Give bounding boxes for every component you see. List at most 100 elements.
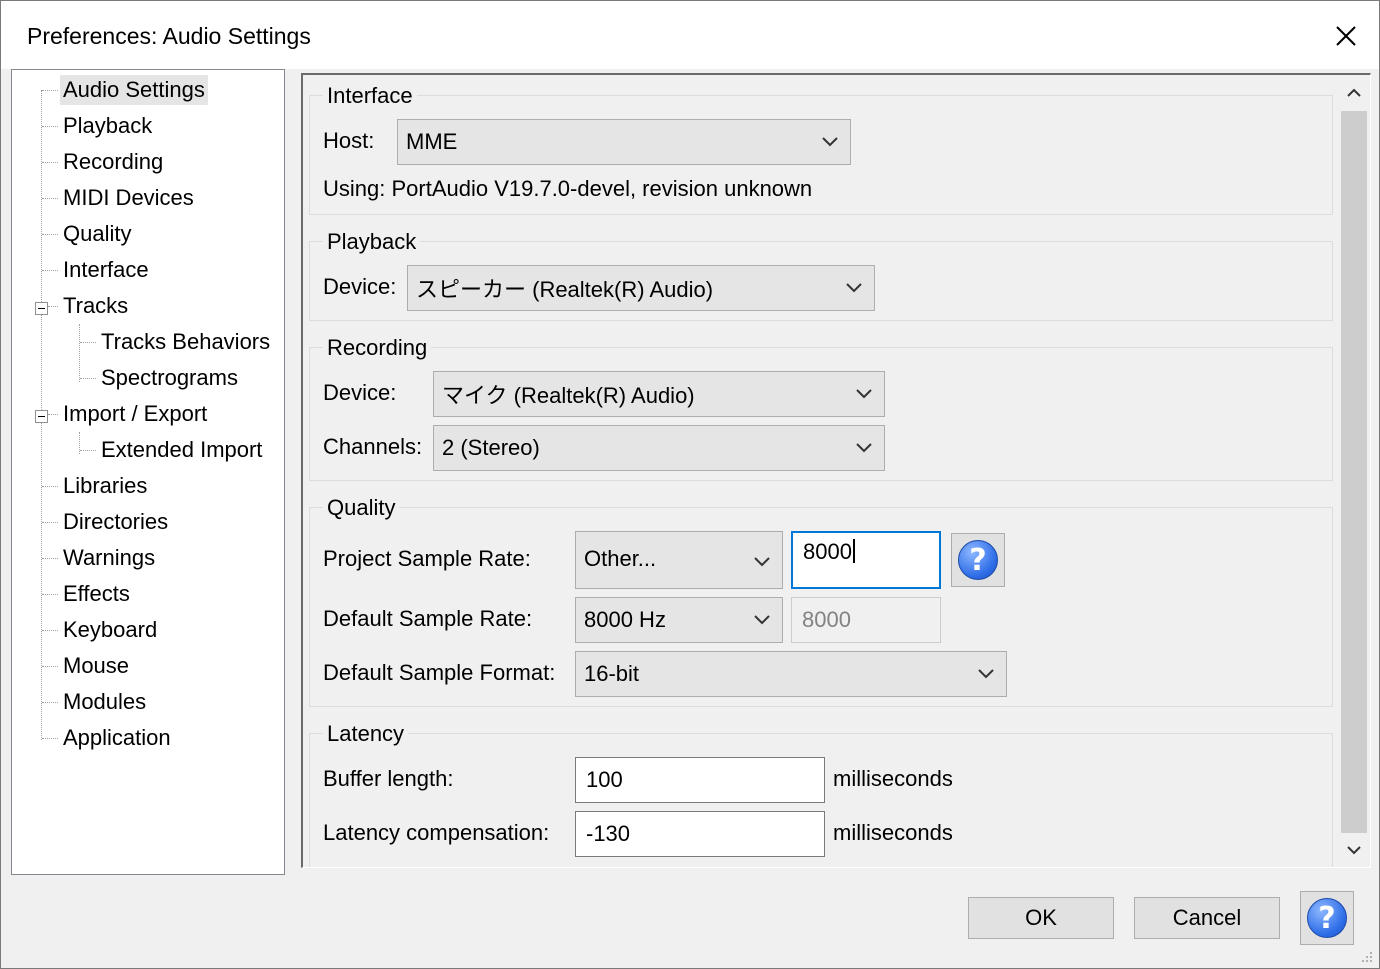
ok-button[interactable]: OK <box>968 897 1114 939</box>
recording-device-value: マイク (Realtek(R) Audio) <box>442 383 695 408</box>
chevron-down-icon <box>856 443 872 453</box>
project-rate-input[interactable]: 8000 <box>791 531 941 589</box>
quality-group-title: Quality <box>323 495 400 521</box>
tree-branch <box>42 126 58 127</box>
collapse-icon[interactable] <box>35 410 48 423</box>
tree-item-effects[interactable]: Effects <box>60 579 133 609</box>
interface-group-title: Interface <box>323 83 417 109</box>
playback-group-title: Playback <box>323 229 421 255</box>
buffer-length-unit: milliseconds <box>833 766 953 791</box>
latency-group-title: Latency <box>323 721 409 747</box>
tree-branch <box>42 90 58 91</box>
tree-item-tracks-behaviors[interactable]: Tracks Behaviors <box>98 327 273 357</box>
tree-branch <box>42 522 58 523</box>
default-rate-input-value: 8000 <box>802 607 851 632</box>
chevron-down-icon <box>978 669 994 679</box>
tree-branch <box>42 738 58 739</box>
project-rate-dropdown[interactable]: Other... <box>575 531 783 589</box>
scroll-down-button[interactable] <box>1339 833 1369 867</box>
resize-grip-icon[interactable] <box>1355 945 1375 965</box>
tree-item-import-export[interactable]: Import / Export <box>60 399 210 429</box>
host-value: MME <box>406 129 458 154</box>
tree-line <box>79 324 80 382</box>
tree-branch <box>42 198 58 199</box>
chevron-down-icon <box>754 615 770 625</box>
category-tree[interactable]: Audio Settings Playback Recording MIDI D… <box>11 69 285 875</box>
default-rate-value: 8000 Hz <box>584 607 666 632</box>
tree-branch <box>80 450 96 451</box>
close-button[interactable] <box>1319 13 1373 59</box>
tree-branch <box>48 414 58 415</box>
host-dropdown[interactable]: MME <box>397 119 851 165</box>
tree-branch <box>42 234 58 235</box>
tree-branch <box>42 270 58 271</box>
tree-branch <box>42 702 58 703</box>
tree-item-extended-import[interactable]: Extended Import <box>98 435 265 465</box>
tree-item-recording[interactable]: Recording <box>60 147 166 177</box>
tree-branch <box>42 630 58 631</box>
preferences-dialog: Preferences: Audio Settings Audio Settin… <box>0 0 1380 969</box>
latency-compensation-unit: milliseconds <box>833 820 953 845</box>
buffer-length-value: 100 <box>586 767 623 792</box>
host-label: Host: <box>323 128 375 153</box>
tree-item-mouse[interactable]: Mouse <box>60 651 132 681</box>
buffer-length-input[interactable]: 100 <box>575 757 825 803</box>
sample-format-label: Default Sample Format: <box>323 660 556 685</box>
tree-branch <box>42 486 58 487</box>
tree-item-tracks[interactable]: Tracks <box>60 291 131 321</box>
tree-item-keyboard[interactable]: Keyboard <box>60 615 160 645</box>
close-icon <box>1336 26 1356 46</box>
tree-branch <box>80 378 96 379</box>
project-rate-value: Other... <box>584 546 657 571</box>
latency-compensation-label: Latency compensation: <box>323 820 550 845</box>
window-title: Preferences: Audio Settings <box>27 23 311 49</box>
cancel-button[interactable]: Cancel <box>1134 897 1280 939</box>
tree-branch <box>80 342 96 343</box>
tree-item-playback[interactable]: Playback <box>60 111 155 141</box>
scroll-thumb[interactable] <box>1341 111 1367 833</box>
tree-item-audio-settings[interactable]: Audio Settings <box>60 75 208 105</box>
help-button[interactable]: ? <box>1300 891 1354 945</box>
tree-item-warnings[interactable]: Warnings <box>60 543 158 573</box>
latency-compensation-input[interactable]: -130 <box>575 811 825 857</box>
playback-device-dropdown[interactable]: スピーカー (Realtek(R) Audio) <box>407 265 875 311</box>
collapse-icon[interactable] <box>35 302 48 315</box>
help-icon: ? <box>958 540 998 580</box>
title-bar: Preferences: Audio Settings <box>1 1 1379 69</box>
chevron-down-icon <box>846 283 862 293</box>
channels-dropdown[interactable]: 2 (Stereo) <box>433 425 885 471</box>
project-rate-input-value: 8000 <box>803 539 852 564</box>
tree-item-modules[interactable]: Modules <box>60 687 149 717</box>
vertical-scrollbar[interactable] <box>1339 75 1369 867</box>
help-icon: ? <box>1307 898 1347 938</box>
tree-item-interface[interactable]: Interface <box>60 255 152 285</box>
recording-device-dropdown[interactable]: マイク (Realtek(R) Audio) <box>433 371 885 417</box>
project-rate-label: Project Sample Rate: <box>323 546 531 571</box>
tree-branch <box>42 666 58 667</box>
quality-help-button[interactable]: ? <box>951 533 1005 587</box>
default-rate-label: Default Sample Rate: <box>323 606 533 631</box>
tree-branch <box>42 162 58 163</box>
tree-item-libraries[interactable]: Libraries <box>60 471 150 501</box>
tree-item-spectrograms[interactable]: Spectrograms <box>98 363 241 393</box>
chevron-down-icon <box>856 389 872 399</box>
settings-panel: Interface Host: MME Using: PortAudio V19… <box>301 73 1371 868</box>
using-text: Using: PortAudio V19.7.0-devel, revision… <box>323 176 813 201</box>
channels-value: 2 (Stereo) <box>442 435 540 460</box>
latency-compensation-value: -130 <box>586 821 631 846</box>
scroll-up-button[interactable] <box>1339 75 1369 109</box>
chevron-down-icon <box>822 137 838 147</box>
buffer-length-label: Buffer length: <box>323 766 454 791</box>
recording-device-label: Device: <box>323 380 397 405</box>
tree-item-directories[interactable]: Directories <box>60 507 171 537</box>
tree-item-application[interactable]: Application <box>60 723 174 753</box>
tree-item-midi-devices[interactable]: MIDI Devices <box>60 183 197 213</box>
sample-format-dropdown[interactable]: 16-bit <box>575 651 1007 697</box>
playback-device-value: スピーカー (Realtek(R) Audio) <box>416 277 714 302</box>
tree-item-quality[interactable]: Quality <box>60 219 134 249</box>
default-rate-dropdown[interactable]: 8000 Hz <box>575 597 783 643</box>
tree-branch <box>42 594 58 595</box>
chevron-up-icon <box>1347 88 1361 97</box>
channels-label: Channels: <box>323 434 423 459</box>
sample-format-value: 16-bit <box>584 661 640 686</box>
